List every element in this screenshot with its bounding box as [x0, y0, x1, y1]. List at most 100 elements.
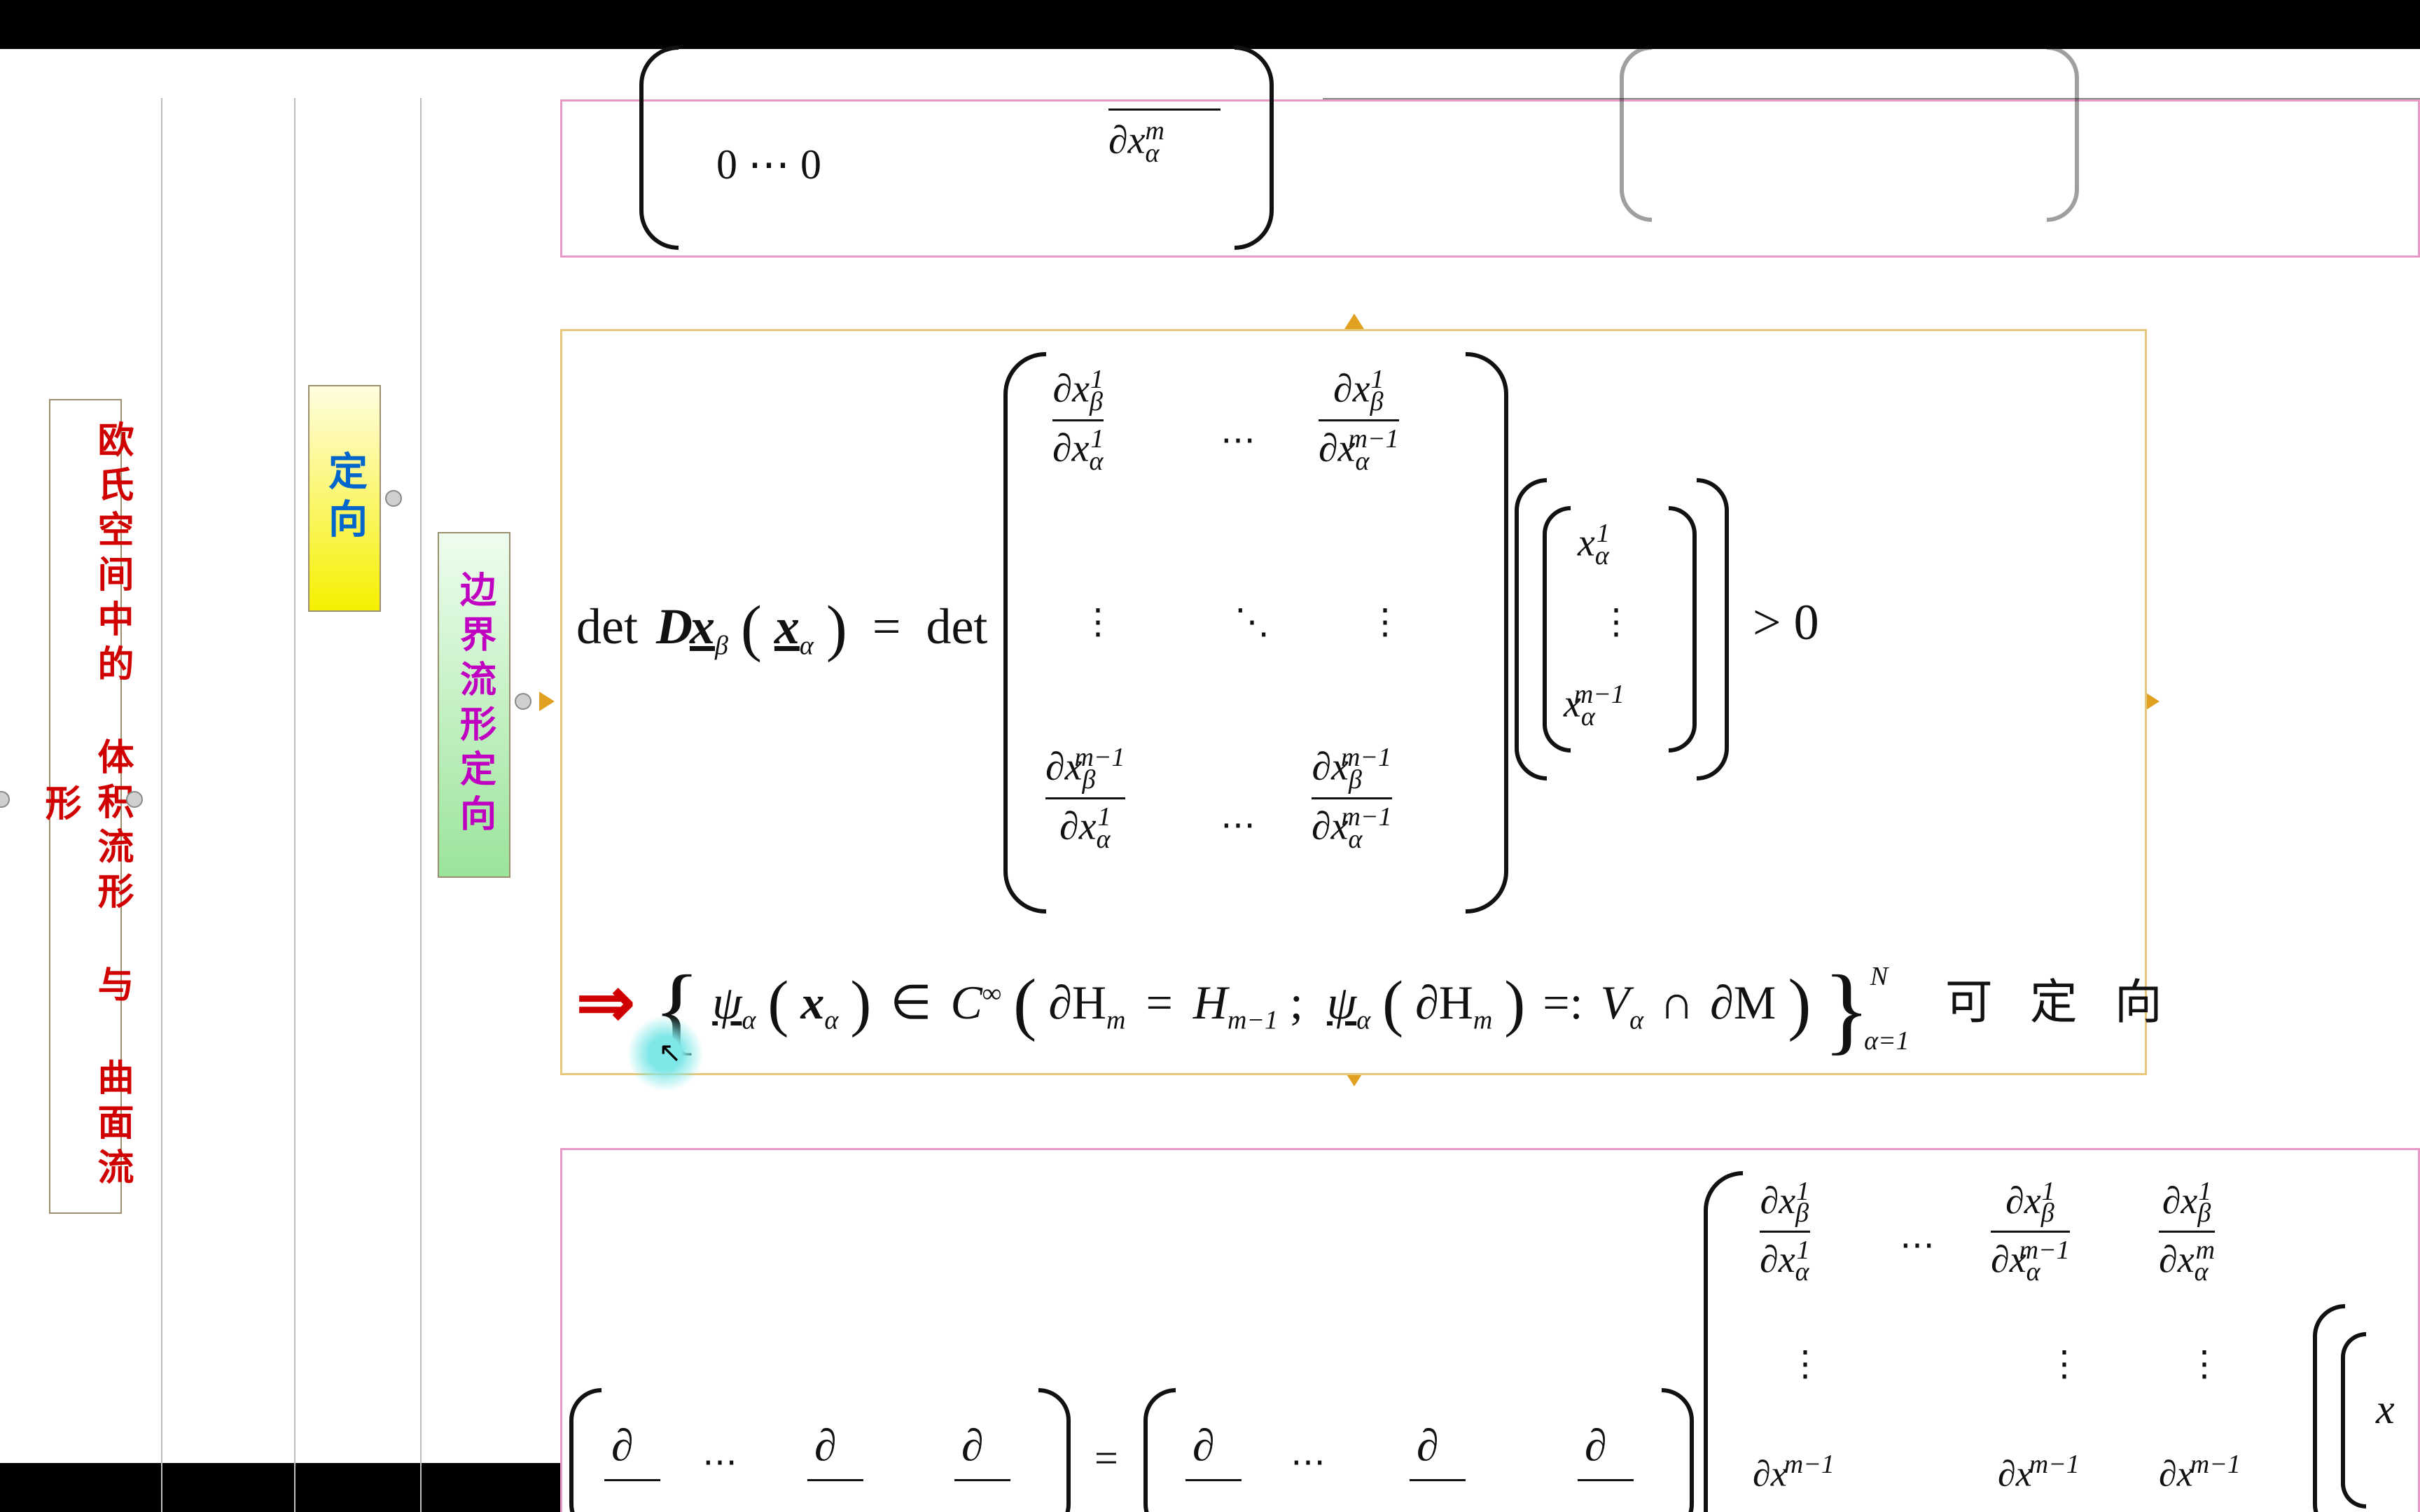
psi: ψ [1327, 976, 1356, 1029]
ddots-icon: ⋱ [1235, 604, 1277, 639]
vdots-icon: ⋮ [1368, 604, 1410, 639]
arrow-right-icon [539, 692, 555, 711]
coloneq: =: [1543, 976, 1583, 1029]
equals: = [1146, 976, 1172, 1029]
sup-N: N [1870, 962, 1888, 991]
paren-right-icon [1235, 46, 1274, 250]
partial: ∂ [1417, 1423, 1439, 1468]
partial: ∂ [1585, 1423, 1607, 1468]
partial: ∂ [1192, 1423, 1215, 1468]
fraction-line [1410, 1479, 1466, 1481]
fraction-line [954, 1479, 1010, 1481]
stage: 微分流形的概念与意义 Part 01 分析基础-01 因果分解-01 概述隐映照… [0, 0, 2420, 1512]
paren-right-icon [2047, 46, 2079, 222]
text-xbeta: x [690, 598, 715, 654]
matrix-entry: ∂xm−1 [2159, 1451, 2241, 1492]
text-xalpha: x [774, 598, 800, 654]
implies-arrow-icon: ⇒ [576, 961, 635, 1043]
equals: = [1094, 1437, 1118, 1479]
sub-alpha: α [824, 1006, 838, 1035]
matrix-entry: ∂xm−1 [1998, 1451, 2080, 1492]
dots-icon: ⋯ [1221, 807, 1263, 842]
dots-icon: ⋯ [1900, 1227, 1942, 1262]
paren-left-icon [1620, 46, 1652, 222]
sidebar-label-orientation: 定向 [308, 385, 381, 612]
vector-entry: xα1 [1578, 520, 1610, 569]
fraction-line [1578, 1479, 1634, 1481]
paren-left-icon [569, 1388, 601, 1512]
equation-box-lower: ∂xβ1 ∂xα1 ⋯ ∂xβ1 ∂xαm−1 ∂xβ1 ∂xαm [560, 1148, 2420, 1512]
matrix-entry: ∂xm−1 [1753, 1451, 1835, 1492]
column-divider [420, 98, 422, 1512]
partial: ∂ [814, 1423, 837, 1468]
lhs: det Dxβ ( xα ) = det [576, 597, 987, 660]
x: x [800, 976, 824, 1029]
paren-left-icon [1704, 1171, 1743, 1512]
column-divider [294, 98, 295, 1512]
paren-left-icon [639, 46, 679, 250]
matrix-entry: ∂xβ1 ∂xα1 [1760, 1178, 1810, 1285]
fraction-line [604, 1479, 660, 1481]
sub-alpha: α [1629, 1006, 1643, 1035]
connector-dot [0, 791, 10, 808]
connector-dot [126, 791, 143, 808]
equation-box-top: 0 ⋯ 0 ∂xαm [560, 99, 2420, 258]
C: C [951, 976, 982, 1029]
sub-alpha: α [800, 631, 814, 660]
paren-right-icon [1669, 506, 1697, 752]
paren-left-icon [1143, 1388, 1176, 1512]
vdots-icon: ⋮ [2187, 1346, 2229, 1381]
matrix-entry: ∂xβ1 ∂xα1 [1052, 366, 1104, 475]
partial: ∂ [611, 1423, 634, 1468]
sidebar-label-main: 欧氏空间中的 体积流形 与 曲面流形 [49, 399, 122, 1214]
fraction: ∂xαm [1108, 108, 1221, 167]
vdots-icon: ⋮ [1788, 1346, 1830, 1381]
connector-dot [515, 693, 531, 710]
dM: ∂M [1710, 976, 1776, 1029]
sub-alpha: α [1356, 1006, 1370, 1035]
sub-m: m [1473, 1006, 1492, 1035]
paren-right-icon [1697, 478, 1729, 780]
text-det: det [576, 598, 638, 654]
column-divider [161, 98, 162, 1512]
matrix-entry: ∂xβm−1 ∂xα1 [1045, 744, 1125, 853]
paren-left-icon [2341, 1332, 2366, 1508]
semicolon: ; [1290, 976, 1303, 1029]
text-D: D [656, 598, 693, 654]
text-det: det [926, 598, 987, 654]
psi: ψ [712, 976, 742, 1029]
text-orientable: 可 定 向 [1945, 976, 2175, 1029]
dots-icon: ⋯ [1221, 422, 1263, 457]
paren-right-icon [1662, 1388, 1694, 1512]
paren-right-icon [1466, 352, 1508, 913]
dots-icon: ⋯ [1291, 1444, 1333, 1479]
sub-beta: β [715, 631, 728, 660]
equation-box-main: det Dxβ ( xα ) = det ∂xβ1 ∂xα1 ⋯ [560, 329, 2147, 1075]
letterbox-top [0, 0, 2420, 49]
paren-left-icon [1003, 352, 1046, 913]
dH: ∂H [1048, 976, 1106, 1029]
sidebar-label-boundary: 边界流形定向 [438, 532, 510, 878]
vdots-icon: ⋮ [2047, 1346, 2089, 1381]
cursor-pointer-icon: ↖ [658, 1036, 682, 1069]
dots-icon: ⋯ [702, 1444, 744, 1479]
gt-zero: > 0 [1753, 597, 1819, 648]
arrow-up-icon [1344, 314, 1364, 329]
matrix-zeros: 0 ⋯ 0 [716, 141, 821, 188]
sup-inf: ∞ [982, 979, 1001, 1008]
sub-alpha: α [742, 1006, 756, 1035]
slide-page: 微分流形的概念与意义 Part 01 分析基础-01 因果分解-01 概述隐映照… [0, 49, 2420, 1463]
paren-right-icon [1038, 1388, 1071, 1512]
sub-alpha-1: α=1 [1864, 1026, 1910, 1056]
connector-dot [385, 490, 402, 507]
matrix-entry: ∂xβ1 ∂xαm [2159, 1178, 2215, 1285]
vdots-icon: ⋮ [1599, 604, 1641, 639]
conclusion-set: { ψα ( xα ) ∈ C∞ ( ∂Hm = Hm−1 ; ψα ( ∂Hm… [653, 961, 2175, 1059]
partial: ∂ [961, 1423, 984, 1468]
fraction-line [1185, 1479, 1242, 1481]
sub-m: m [1106, 1006, 1125, 1035]
x: x [2376, 1388, 2395, 1430]
H: H [1193, 976, 1228, 1029]
dH: ∂H [1415, 976, 1473, 1029]
vector-entry: xαm−1 [1564, 681, 1625, 730]
